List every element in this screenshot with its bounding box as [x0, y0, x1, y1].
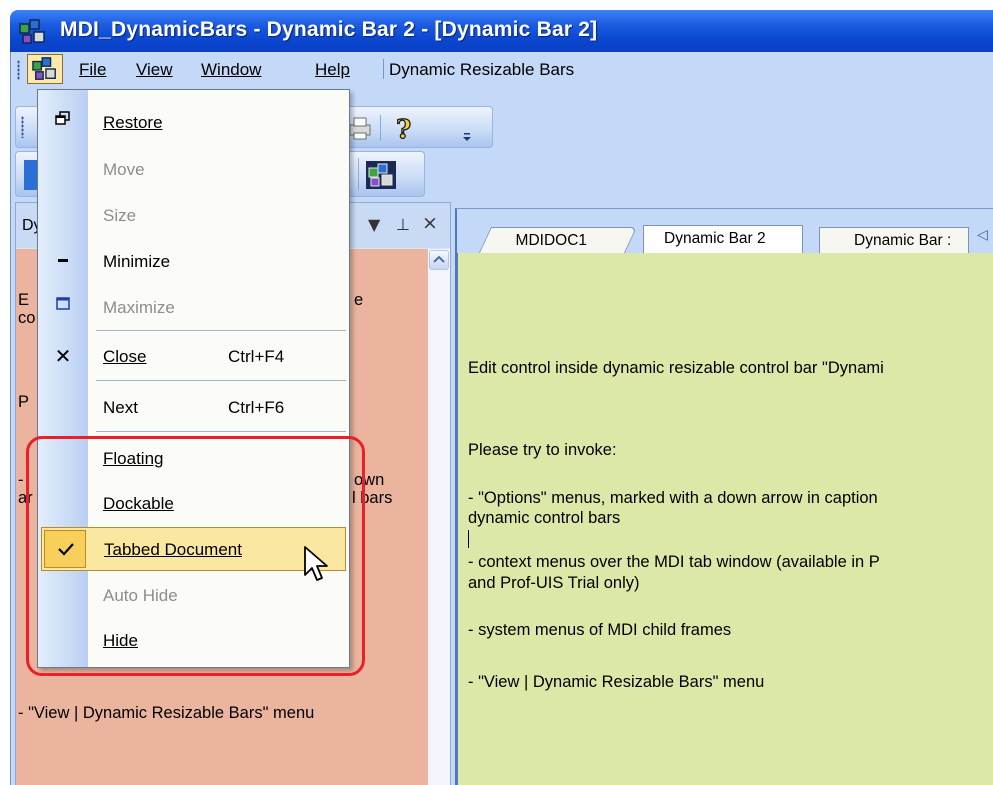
pin-icon[interactable]: ⊥ [396, 215, 410, 234]
text-caret [468, 530, 469, 548]
menubar-separator [383, 59, 384, 79]
menu-help[interactable]: Help [315, 60, 350, 80]
left-text-line: E [18, 291, 30, 309]
restore-icon [52, 111, 74, 133]
menu-window[interactable]: Window [201, 60, 261, 80]
doc-text-line: Edit control inside dynamic resizable co… [468, 359, 884, 377]
left-text-line: P [18, 393, 30, 411]
menu-separator [96, 330, 346, 331]
svg-text:?: ? [396, 115, 411, 143]
toolbar-overflow-chevron-icon[interactable] [462, 127, 472, 145]
menu-item-shortcut: Ctrl+F4 [228, 347, 285, 366]
left-text-fragment: e [354, 291, 364, 309]
chevron-up-icon [433, 255, 445, 263]
menu-item-label: Size [103, 206, 137, 225]
mdi-tab-strip: MDIDOC1 Dynamic Bar 2 Dynamic Bar : ◁ [455, 208, 993, 253]
menu-item-minimize[interactable]: Minimize [38, 240, 349, 284]
left-vertical-scrollbar[interactable] [428, 249, 450, 785]
menu-item-move[interactable]: Move [38, 148, 349, 192]
document-edit-control[interactable]: Edit control inside dynamic resizable co… [455, 253, 993, 785]
doc-text-line: - "View | Dynamic Resizable Bars" menu [468, 673, 765, 691]
toolbar-separator [358, 158, 359, 190]
minimize-icon [52, 250, 74, 272]
tab-dynamic-bar-2[interactable]: Dynamic Bar 2 [643, 225, 803, 253]
menu-separator [96, 431, 346, 432]
tab-label: Dynamic Bar 2 [664, 230, 766, 247]
left-text-line: - [18, 471, 24, 489]
help-icon[interactable]: ? [392, 113, 420, 143]
tab-scroll-left-icon[interactable]: ◁ [977, 227, 988, 243]
doc-text-line: and Prof-UIS Trial only) [468, 574, 640, 592]
maximize-icon [52, 296, 74, 318]
menu-item-size[interactable]: Size [38, 194, 349, 238]
menu-item-label: Minimize [103, 252, 171, 271]
mouse-cursor-icon [304, 546, 328, 581]
menu-item-label: Move [103, 160, 145, 179]
doc-text-line: - system menus of MDI child frames [468, 621, 732, 639]
left-text-line: co [18, 309, 36, 327]
app-icon[interactable] [18, 18, 48, 46]
mdi-child-icon [32, 57, 56, 80]
menu-bar: File View Window Help Dynamic Resizable … [11, 52, 993, 86]
menu-item-label: Maximize [103, 298, 175, 317]
tab-label: Dynamic Bar : [854, 232, 952, 249]
menu-item-close[interactable]: ✕ Close Ctrl+F4 [38, 335, 349, 379]
dynamic-bar-icon[interactable] [366, 160, 396, 190]
menubar-grip[interactable] [17, 60, 20, 80]
menu-item-label: Restore [103, 113, 163, 132]
window-title: MDI_DynamicBars - Dynamic Bar 2 - [Dynam… [60, 18, 598, 41]
title-bar: MDI_DynamicBars - Dynamic Bar 2 - [Dynam… [10, 10, 993, 52]
menu-file[interactable]: File [79, 60, 106, 80]
doc-text-line: - context menus over the MDI tab window … [468, 553, 880, 571]
menu-item-label: Next [103, 398, 138, 417]
menu-item-maximize[interactable]: Maximize [38, 286, 349, 330]
print-icon[interactable] [346, 115, 374, 141]
menu-item-restore[interactable]: Restore [38, 101, 349, 145]
close-icon: ✕ [54, 344, 72, 368]
menu-separator [96, 380, 346, 381]
menu-item-label: Close [103, 347, 147, 366]
tab-dynamic-bar-3[interactable]: Dynamic Bar : [819, 227, 969, 253]
toolbar-separator [380, 115, 381, 141]
doc-text-line: Please try to invoke: [468, 441, 617, 459]
menu-view[interactable]: View [136, 60, 173, 80]
mdi-system-menu-button[interactable] [27, 54, 63, 84]
tab-mdidoc1[interactable]: MDIDOC1 [478, 227, 638, 253]
mdi-client-area: MDIDOC1 Dynamic Bar 2 Dynamic Bar : ◁ Ed… [455, 202, 993, 785]
menu-dynamic-resizable-bars[interactable]: Dynamic Resizable Bars [389, 60, 574, 80]
tab-label: MDIDOC1 [515, 232, 588, 249]
menu-item-shortcut: Ctrl+F6 [228, 398, 285, 417]
doc-text-line: dynamic control bars [468, 509, 621, 527]
options-down-arrow-icon[interactable]: ▼ [368, 215, 380, 234]
scroll-up-button[interactable] [429, 250, 449, 270]
menu-item-next[interactable]: Next Ctrl+F6 [38, 386, 349, 430]
toolbar-grip[interactable] [21, 116, 24, 138]
left-text-line: - "View | Dynamic Resizable Bars" menu [18, 704, 315, 722]
close-icon[interactable]: × [422, 212, 438, 234]
doc-text-line: - "Options" menus, marked with a down ar… [468, 489, 878, 507]
